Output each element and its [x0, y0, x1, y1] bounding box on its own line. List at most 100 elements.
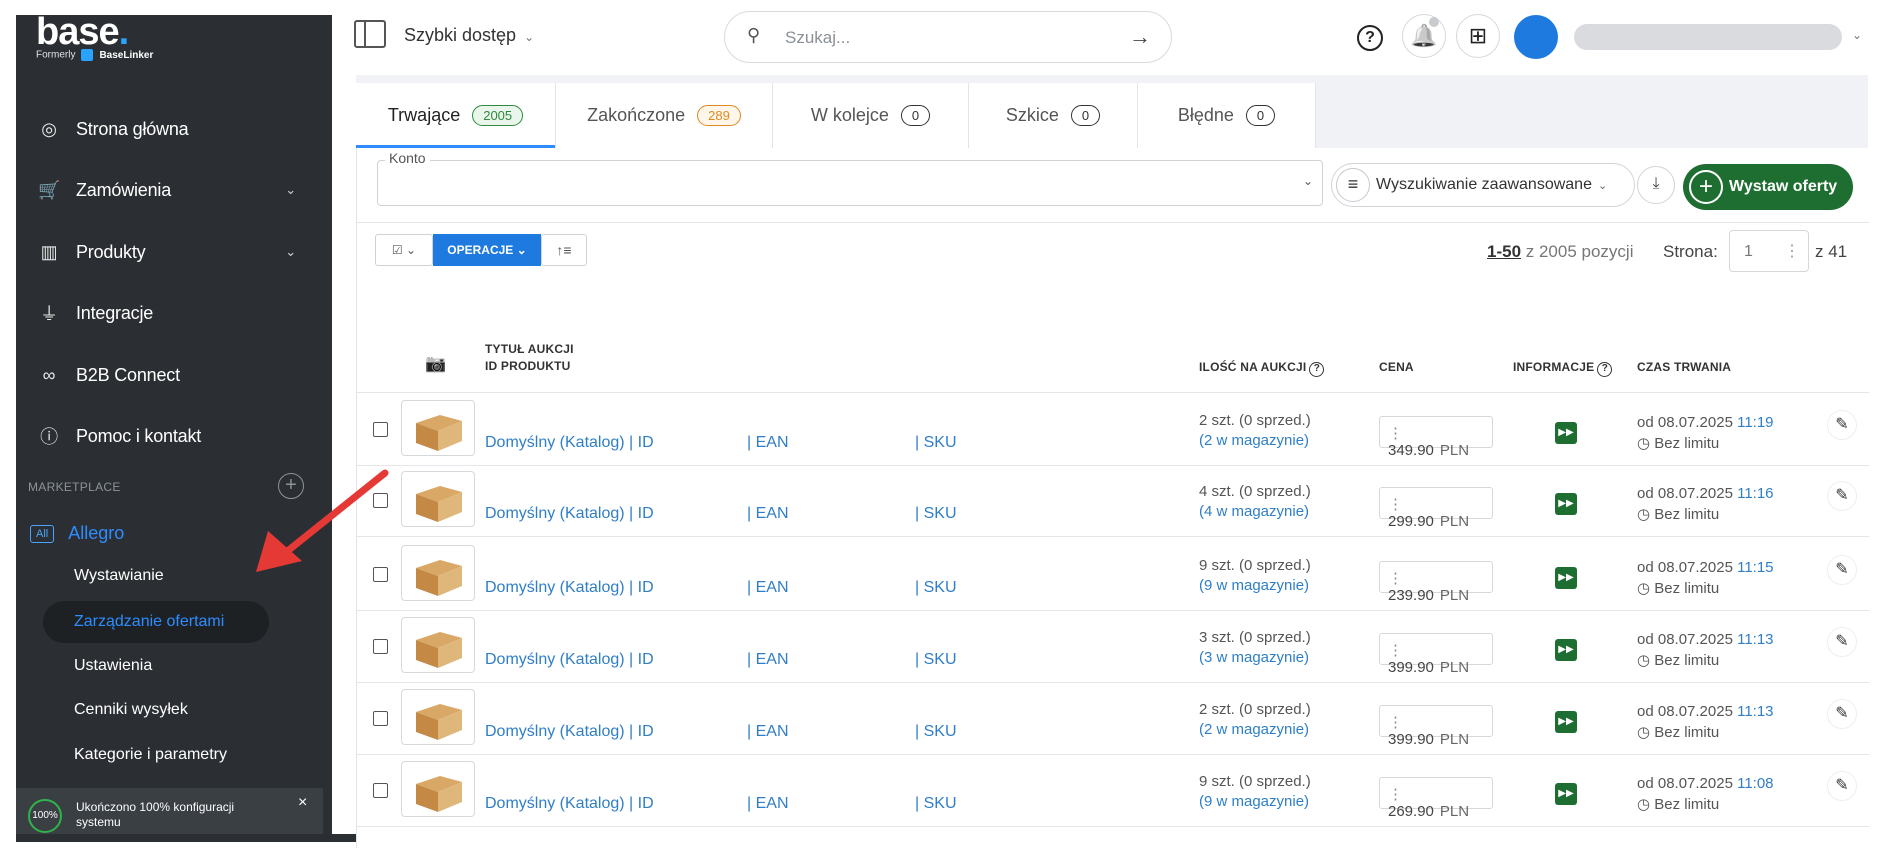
- download-button[interactable]: ⤓: [1637, 166, 1675, 204]
- price-input[interactable]: ⋮ 239.90 PLN: [1379, 561, 1493, 604]
- product-link-ean[interactable]: | EAN: [747, 505, 789, 523]
- product-thumbnail[interactable]: [401, 761, 475, 817]
- tab-ongoing[interactable]: Trwające 2005: [356, 83, 556, 148]
- row-checkbox[interactable]: [373, 493, 388, 508]
- stock-link[interactable]: (9 w magazynie): [1199, 793, 1309, 810]
- edit-icon[interactable]: ✎: [1827, 699, 1857, 729]
- sidebar-item-help[interactable]: ⓘ Pomoc i kontakt: [16, 410, 332, 462]
- marketplace-allegro[interactable]: All Allegro: [30, 523, 124, 544]
- quick-access-dropdown[interactable]: Szybki dostęp ⌄: [404, 25, 534, 46]
- sidebar-item-integrations[interactable]: ⏚ Integracje: [16, 287, 332, 339]
- stock-link[interactable]: (2 w magazynie): [1199, 432, 1309, 449]
- help-button[interactable]: ?: [1348, 14, 1392, 58]
- product-link-id[interactable]: Domyślny (Katalog) | ID: [485, 723, 654, 741]
- account-select[interactable]: [377, 160, 1323, 206]
- info-icon[interactable]: ▶▶: [1555, 493, 1577, 515]
- product-link-ean[interactable]: | EAN: [747, 651, 789, 669]
- sidebar-item-b2b[interactable]: ∞ B2B Connect: [16, 349, 332, 401]
- info-icon[interactable]: ▶▶: [1555, 783, 1577, 805]
- help-icon[interactable]: ?: [1309, 362, 1325, 377]
- edit-icon[interactable]: ✎: [1827, 627, 1857, 657]
- arrow-right-icon[interactable]: →: [1129, 24, 1151, 50]
- product-link-id[interactable]: Domyślny (Katalog) | ID: [485, 651, 654, 669]
- product-link-id[interactable]: Domyślny (Katalog) | ID: [485, 505, 654, 523]
- stock-link[interactable]: (2 w magazynie): [1199, 721, 1309, 738]
- publish-offers-button[interactable]: + Wystaw oferty: [1683, 164, 1853, 210]
- product-thumbnail[interactable]: [401, 400, 475, 456]
- advanced-search-button[interactable]: ≡ Wyszukiwanie zaawansowane ⌄: [1331, 163, 1635, 207]
- help-icon[interactable]: ?: [1597, 362, 1613, 377]
- sort-icon[interactable]: ↑≡: [541, 234, 587, 266]
- table-row: Domyślny (Katalog) | ID | EAN | SKU 2 szt. …: [357, 683, 1869, 755]
- product-link-id[interactable]: Domyślny (Katalog) | ID: [485, 795, 654, 813]
- sub-item-shipping-prices[interactable]: Cenniki wysyłek: [74, 701, 188, 719]
- filter-icon: ≡: [1336, 168, 1370, 202]
- product-link-sku[interactable]: | SKU: [915, 505, 957, 523]
- add-marketplace-icon[interactable]: +: [278, 473, 304, 499]
- select-all-dropdown[interactable]: ☑ ⌄: [375, 234, 433, 266]
- tab-finished[interactable]: Zakończone 289: [556, 83, 773, 148]
- apps-button[interactable]: ⊞: [1456, 14, 1500, 58]
- user-name-redacted[interactable]: [1574, 24, 1842, 50]
- tab-errors[interactable]: Błędne 0: [1138, 83, 1316, 148]
- sidebar-item-orders[interactable]: 🛒 Zamówienia ⌄: [16, 164, 332, 216]
- sidebar-item-products[interactable]: ▥ Produkty ⌄: [16, 226, 332, 278]
- tab-queue[interactable]: W kolejce 0: [773, 83, 969, 148]
- product-link-sku[interactable]: | SKU: [915, 579, 957, 597]
- search-input[interactable]: ⚲ Szukaj... →: [724, 11, 1172, 63]
- chevron-down-icon: ⌄: [1597, 179, 1608, 192]
- row-checkbox[interactable]: [373, 422, 388, 437]
- sidebar-item-home[interactable]: ◎ Strona główna: [16, 103, 332, 155]
- product-link-sku[interactable]: | SKU: [915, 434, 957, 452]
- info-icon[interactable]: ▶▶: [1555, 422, 1577, 444]
- product-thumbnail[interactable]: [401, 617, 475, 673]
- row-checkbox[interactable]: [373, 711, 388, 726]
- stock-link[interactable]: (9 w magazynie): [1199, 577, 1309, 594]
- edit-icon[interactable]: ✎: [1827, 771, 1857, 801]
- price-input[interactable]: ⋮ 349.90 PLN: [1379, 416, 1493, 459]
- sub-item-categories[interactable]: Kategorie i parametry: [74, 746, 227, 764]
- product-link-id[interactable]: Domyślny (Katalog) | ID: [485, 579, 654, 597]
- price-input[interactable]: ⋮ 269.90 PLN: [1379, 777, 1493, 820]
- sub-item-settings[interactable]: Ustawienia: [74, 657, 152, 675]
- close-icon[interactable]: ×: [298, 794, 307, 812]
- product-link-ean[interactable]: | EAN: [747, 434, 789, 452]
- info-icon[interactable]: ▶▶: [1555, 639, 1577, 661]
- stock-link[interactable]: (4 w magazynie): [1199, 503, 1309, 520]
- row-checkbox[interactable]: [373, 639, 388, 654]
- stock-link[interactable]: (3 w magazynie): [1199, 649, 1309, 666]
- row-checkbox[interactable]: [373, 567, 388, 582]
- product-link-sku[interactable]: | SKU: [915, 651, 957, 669]
- sub-item-listing[interactable]: Wystawianie: [74, 567, 164, 585]
- product-link-ean[interactable]: | EAN: [747, 723, 789, 741]
- edit-icon[interactable]: ✎: [1827, 410, 1857, 440]
- product-link-ean[interactable]: | EAN: [747, 795, 789, 813]
- notifications-button[interactable]: 🔔: [1402, 14, 1446, 58]
- price-input[interactable]: ⋮ 299.90 PLN: [1379, 487, 1493, 530]
- tab-drafts[interactable]: Szkice 0: [969, 83, 1138, 148]
- page-input[interactable]: 1 ⋮: [1729, 230, 1809, 272]
- chevron-down-icon[interactable]: ⌄: [1852, 28, 1862, 42]
- product-link-ean[interactable]: | EAN: [747, 579, 789, 597]
- col-quantity: ILOŚĆ NA AUKCJI?: [1199, 360, 1325, 377]
- operations-button[interactable]: OPERACJE ⌄: [433, 234, 541, 266]
- edit-icon[interactable]: ✎: [1827, 555, 1857, 585]
- product-thumbnail[interactable]: [401, 545, 475, 601]
- product-link-id[interactable]: Domyślny (Katalog) | ID: [485, 434, 654, 452]
- product-thumbnail[interactable]: [401, 689, 475, 745]
- price-input[interactable]: ⋮ 399.90 PLN: [1379, 633, 1493, 676]
- row-checkbox[interactable]: [373, 783, 388, 798]
- product-thumbnail[interactable]: [401, 471, 475, 527]
- info-icon[interactable]: ▶▶: [1555, 567, 1577, 589]
- stepper-icon[interactable]: ⋮: [1784, 241, 1800, 261]
- panel-toggle-icon[interactable]: [354, 20, 386, 48]
- range-link[interactable]: 1-50: [1487, 242, 1521, 261]
- edit-icon[interactable]: ✎: [1827, 481, 1857, 511]
- product-link-sku[interactable]: | SKU: [915, 723, 957, 741]
- base-logo[interactable]: base.: [36, 15, 129, 51]
- product-link-sku[interactable]: | SKU: [915, 795, 957, 813]
- start-date: od 08.07.2025 11:19: [1637, 414, 1774, 431]
- info-icon[interactable]: ▶▶: [1555, 711, 1577, 733]
- price-input[interactable]: ⋮ 399.90 PLN: [1379, 705, 1493, 748]
- avatar[interactable]: [1514, 15, 1558, 59]
